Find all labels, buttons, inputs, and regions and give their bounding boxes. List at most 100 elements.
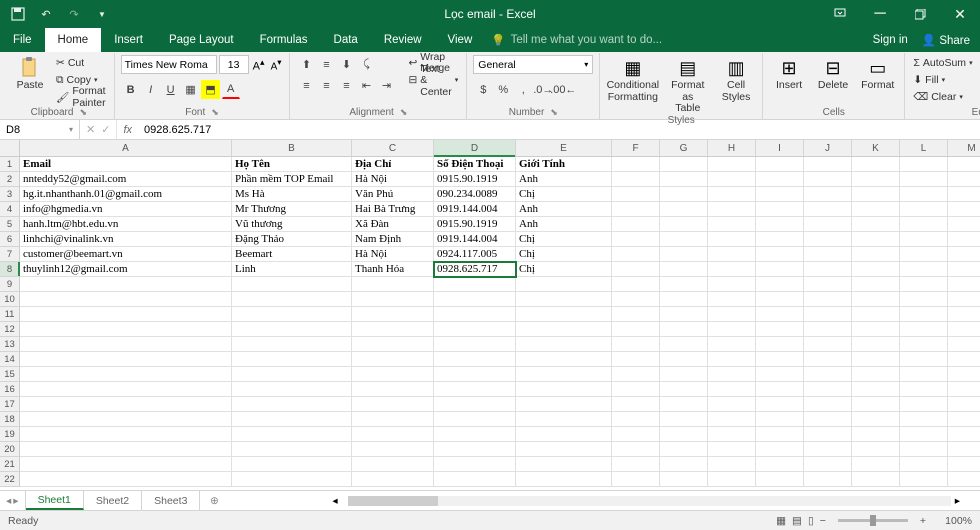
align-left-icon[interactable]: ≡ <box>296 76 316 95</box>
cell-C10[interactable] <box>352 292 434 307</box>
cell-H14[interactable] <box>708 352 756 367</box>
cell-H10[interactable] <box>708 292 756 307</box>
tab-file[interactable]: File <box>0 28 45 52</box>
cell-I22[interactable] <box>756 472 804 487</box>
cell-J20[interactable] <box>804 442 852 457</box>
tab-insert[interactable]: Insert <box>101 28 156 52</box>
tab-view[interactable]: View <box>435 28 486 52</box>
cell-F1[interactable] <box>612 157 660 172</box>
cell-I12[interactable] <box>756 322 804 337</box>
cell-H11[interactable] <box>708 307 756 322</box>
row-header-18[interactable]: 18 <box>0 412 20 427</box>
cell-F14[interactable] <box>612 352 660 367</box>
cell-I21[interactable] <box>756 457 804 472</box>
cell-A22[interactable] <box>20 472 232 487</box>
col-header-A[interactable]: A <box>20 140 232 157</box>
cell-F8[interactable] <box>612 262 660 277</box>
close-icon[interactable]: ✕ <box>940 0 980 28</box>
accounting-icon[interactable]: $ <box>473 80 493 99</box>
cell-A2[interactable]: nnteddy52@gmail.com <box>20 172 232 187</box>
cell-E10[interactable] <box>516 292 612 307</box>
cell-K2[interactable] <box>852 172 900 187</box>
cell-I9[interactable] <box>756 277 804 292</box>
decrease-indent-icon[interactable]: ⇤ <box>356 76 376 95</box>
cell-L13[interactable] <box>900 337 948 352</box>
cell-K13[interactable] <box>852 337 900 352</box>
cell-M4[interactable] <box>948 202 980 217</box>
cell-K9[interactable] <box>852 277 900 292</box>
cell-K10[interactable] <box>852 292 900 307</box>
cell-J6[interactable] <box>804 232 852 247</box>
cell-D17[interactable] <box>434 397 516 412</box>
col-header-D[interactable]: D <box>434 140 516 157</box>
cell-C6[interactable]: Nam Định <box>352 232 434 247</box>
clear-button[interactable]: ⌫Clear▾ <box>911 89 974 105</box>
cell-G11[interactable] <box>660 307 708 322</box>
cell-A14[interactable] <box>20 352 232 367</box>
col-header-L[interactable]: L <box>900 140 948 157</box>
insert-cells-button[interactable]: ⊞Insert <box>769 55 809 92</box>
cell-H9[interactable] <box>708 277 756 292</box>
cell-E20[interactable] <box>516 442 612 457</box>
cell-A1[interactable]: Email <box>20 157 232 172</box>
row-header-6[interactable]: 6 <box>0 232 20 247</box>
cell-E1[interactable]: Giới Tính <box>516 157 612 172</box>
cell-H6[interactable] <box>708 232 756 247</box>
cell-L14[interactable] <box>900 352 948 367</box>
cell-D8[interactable]: 0928.625.717 <box>434 262 516 277</box>
cell-B11[interactable] <box>232 307 352 322</box>
cell-L11[interactable] <box>900 307 948 322</box>
cell-B4[interactable]: Mr Thương <box>232 202 352 217</box>
cell-E19[interactable] <box>516 427 612 442</box>
cell-F3[interactable] <box>612 187 660 202</box>
cell-K5[interactable] <box>852 217 900 232</box>
cell-A8[interactable]: thuylinh12@gmail.com <box>20 262 232 277</box>
cell-M16[interactable] <box>948 382 980 397</box>
sheet-tab-3[interactable]: Sheet3 <box>142 491 200 510</box>
undo-icon[interactable]: ↶ <box>34 3 58 25</box>
cell-D10[interactable] <box>434 292 516 307</box>
cell-D6[interactable]: 0919.144.004 <box>434 232 516 247</box>
hscroll-left-icon[interactable]: ◂ <box>332 495 337 507</box>
align-center-icon[interactable]: ≡ <box>316 76 336 95</box>
cell-B5[interactable]: Vũ thương <box>232 217 352 232</box>
cell-M14[interactable] <box>948 352 980 367</box>
cell-K7[interactable] <box>852 247 900 262</box>
cell-L1[interactable] <box>900 157 948 172</box>
bold-button[interactable]: B <box>121 80 141 99</box>
font-size-select[interactable]: 13 <box>219 55 249 74</box>
col-header-F[interactable]: F <box>612 140 660 157</box>
cell-C7[interactable]: Hà Nội <box>352 247 434 262</box>
cell-L5[interactable] <box>900 217 948 232</box>
cell-F15[interactable] <box>612 367 660 382</box>
cell-C17[interactable] <box>352 397 434 412</box>
cell-J4[interactable] <box>804 202 852 217</box>
cell-M18[interactable] <box>948 412 980 427</box>
cell-A15[interactable] <box>20 367 232 382</box>
cell-I2[interactable] <box>756 172 804 187</box>
clipboard-dialog-icon[interactable]: ⬊ <box>79 107 87 118</box>
col-header-K[interactable]: K <box>852 140 900 157</box>
cell-C14[interactable] <box>352 352 434 367</box>
cell-D1[interactable]: Số Điện Thoại <box>434 157 516 172</box>
cell-D15[interactable] <box>434 367 516 382</box>
tab-nav-prev-icon[interactable]: ◂ <box>6 495 11 507</box>
cell-D12[interactable] <box>434 322 516 337</box>
cell-D20[interactable] <box>434 442 516 457</box>
italic-button[interactable]: I <box>141 80 161 99</box>
signin-link[interactable]: Sign in <box>873 34 908 46</box>
shrink-font-icon[interactable]: A▾ <box>269 57 284 72</box>
cell-K22[interactable] <box>852 472 900 487</box>
select-all-corner[interactable] <box>0 140 20 157</box>
row-header-17[interactable]: 17 <box>0 397 20 412</box>
cell-E9[interactable] <box>516 277 612 292</box>
cell-G22[interactable] <box>660 472 708 487</box>
cell-M6[interactable] <box>948 232 980 247</box>
cell-B14[interactable] <box>232 352 352 367</box>
row-header-12[interactable]: 12 <box>0 322 20 337</box>
cell-B8[interactable]: Linh <box>232 262 352 277</box>
cell-D16[interactable] <box>434 382 516 397</box>
cell-J3[interactable] <box>804 187 852 202</box>
conditional-formatting-button[interactable]: ▦Conditional Formatting <box>606 55 659 103</box>
cell-I10[interactable] <box>756 292 804 307</box>
